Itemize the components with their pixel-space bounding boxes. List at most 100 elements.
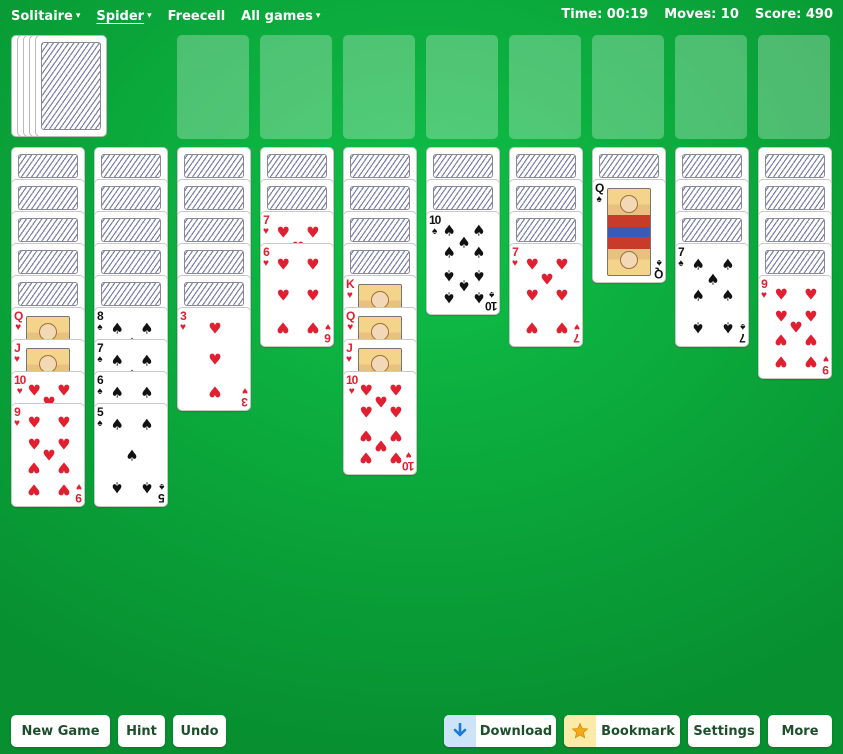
card-corner-index: J♥	[346, 342, 353, 365]
card-face-up[interactable]: ♠ ♠ ♠ ♠ ♠ ♠ ♠ ♠ ♠ ♠ 10 ♠ 10 ♠	[426, 211, 500, 315]
card-suit: ♥	[325, 321, 331, 332]
stock-pile[interactable]	[11, 35, 119, 139]
card-back-pattern	[267, 186, 327, 210]
card-rank: 6	[263, 245, 270, 259]
card-face-up[interactable]: ♠ ♠ ♠ ♠ ♠ 5 ♠ 5 ♠	[94, 403, 168, 507]
suit-pip: ♠	[110, 478, 124, 497]
suit-pip: ♥	[389, 403, 403, 422]
card-back-pattern	[101, 154, 161, 178]
card-back-pattern	[682, 154, 742, 178]
card-corner-index: 10 ♠	[486, 289, 497, 313]
card-rank: 9	[76, 491, 82, 505]
card-back-pattern	[350, 250, 410, 274]
settings-button[interactable]: Settings	[688, 715, 760, 747]
suit-pip: ♥	[27, 458, 41, 477]
suit-pip: ♠	[110, 319, 124, 338]
suit-pip: ♥	[774, 285, 788, 304]
card-face-up[interactable]: ♥♥♥♥♥♥♥♥♥♥10♥10♥	[343, 371, 417, 475]
card-back-pattern	[765, 186, 825, 210]
foundation-slot[interactable]	[592, 35, 664, 139]
card-corner-index: 10♥	[346, 374, 358, 397]
card-face-up[interactable]: ♥ ♥ ♥ ♥ ♥ ♥ ♥ ♥ ♥ 9 ♥ 9 ♥	[11, 403, 85, 507]
download-label: Download	[479, 723, 553, 739]
card-back-pattern	[516, 218, 576, 242]
more-button[interactable]: More	[768, 715, 832, 747]
foundation-slot[interactable]	[758, 35, 830, 139]
card-rank: 7	[678, 245, 685, 259]
card-face-up[interactable]: ♥ ♥ ♥ ♥ ♥ ♥ 6 ♥ 6 ♥	[260, 243, 334, 347]
nav-all-games-label: All games	[241, 8, 313, 24]
card-face-up[interactable]: ♥ ♥ ♥ ♥ ♥ ♥ ♥ ♥ ♥ 9 ♥ 9 ♥	[758, 275, 832, 379]
suit-pip: ♥	[57, 381, 71, 400]
suit-pip: ♥	[306, 318, 320, 337]
nav-all-games[interactable]: All games ▾	[241, 7, 320, 25]
nav-solitaire[interactable]: Solitaire ▾	[11, 7, 80, 25]
suit-pip: ♥	[276, 223, 290, 242]
suit-pip: ♥	[374, 393, 388, 412]
nav-freecell[interactable]: Freecell	[168, 7, 226, 25]
download-button[interactable]: Download	[444, 715, 556, 747]
suit-pip: ♥	[27, 381, 41, 400]
suit-pip: ♠	[691, 286, 705, 305]
card-suit: ♥	[15, 322, 22, 333]
card-rank: 3	[242, 395, 248, 409]
suit-pip: ♥	[276, 286, 290, 305]
card-corner-index: 7♠	[97, 341, 104, 365]
card-face-up[interactable]: ♥♥♥♥♥♥♥7♥7♥	[509, 243, 583, 347]
card-face-up[interactable]: Q ♠ Q ♠	[592, 179, 666, 283]
nav-spider[interactable]: Spider ▾	[96, 7, 151, 25]
suit-pip: ♥	[276, 255, 290, 274]
card-back-pattern	[516, 154, 576, 178]
foundation-slot[interactable]	[260, 35, 332, 139]
new-game-button[interactable]: New Game	[11, 715, 110, 747]
undo-button[interactable]: Undo	[173, 715, 226, 747]
card-face-up[interactable]: ♠♠♠♠♠♠♠7♠7♠	[675, 243, 749, 347]
card-corner-index: 9 ♥	[14, 406, 21, 429]
suit-pip: ♥	[555, 286, 569, 305]
card-rank: Q	[346, 309, 355, 323]
card-suit: ♥	[761, 290, 767, 301]
card-face-up[interactable]: ♥ ♥ ♥ 3 ♥ 3 ♥	[177, 307, 251, 411]
card-corner-index: 7♠	[678, 245, 685, 269]
suit-pip: ♠	[472, 288, 486, 307]
card-suit: ♥	[347, 322, 354, 333]
hint-button[interactable]: Hint	[118, 715, 165, 747]
card-rank: 7	[574, 331, 580, 345]
stock-card[interactable]	[35, 35, 107, 137]
game-stats: Time: 00:19 Moves: 10 Score: 490	[561, 7, 833, 22]
card-corner-index: 9 ♥	[761, 278, 768, 301]
foundation-slot[interactable]	[426, 35, 498, 139]
card-suit: ♠	[97, 386, 103, 397]
foundation-slot[interactable]	[509, 35, 581, 139]
card-back-pattern	[765, 218, 825, 242]
suit-pip: ♥	[774, 307, 788, 326]
suit-pip: ♠	[125, 446, 139, 465]
card-rank: J	[14, 341, 21, 355]
card-rank: 10	[14, 373, 26, 387]
bookmark-button[interactable]: Bookmark	[564, 715, 680, 747]
card-rank: 7	[97, 341, 104, 355]
card-corner-index: 7♥	[263, 214, 270, 237]
card-suit: ♠	[97, 322, 103, 333]
foundation-slot[interactable]	[675, 35, 747, 139]
suit-pip: ♥	[57, 480, 71, 499]
nav-solitaire-label: Solitaire	[11, 8, 73, 24]
foundation-slot[interactable]	[343, 35, 415, 139]
suit-pip: ♥	[525, 255, 539, 274]
card-rank: 7	[512, 245, 519, 259]
chevron-down-icon: ▾	[315, 11, 321, 21]
foundation-slot[interactable]	[177, 35, 249, 139]
card-back-pattern	[101, 218, 161, 242]
suit-pip: ♥	[789, 318, 803, 337]
game-menu: Solitaire ▾ Spider ▾ Freecell All games …	[11, 7, 320, 25]
card-rank: 6	[97, 373, 104, 387]
card-corner-index: Q ♠	[595, 182, 604, 205]
card-back-pattern	[18, 250, 78, 274]
suit-pip: ♥	[306, 255, 320, 274]
suit-pip: ♠	[110, 415, 124, 434]
suit-pip: ♠	[691, 318, 705, 337]
undo-label: Undo	[180, 723, 219, 739]
card-suit: ♠	[97, 418, 103, 429]
card-back-pattern	[184, 282, 244, 306]
card-corner-index: 9 ♥	[76, 481, 82, 505]
